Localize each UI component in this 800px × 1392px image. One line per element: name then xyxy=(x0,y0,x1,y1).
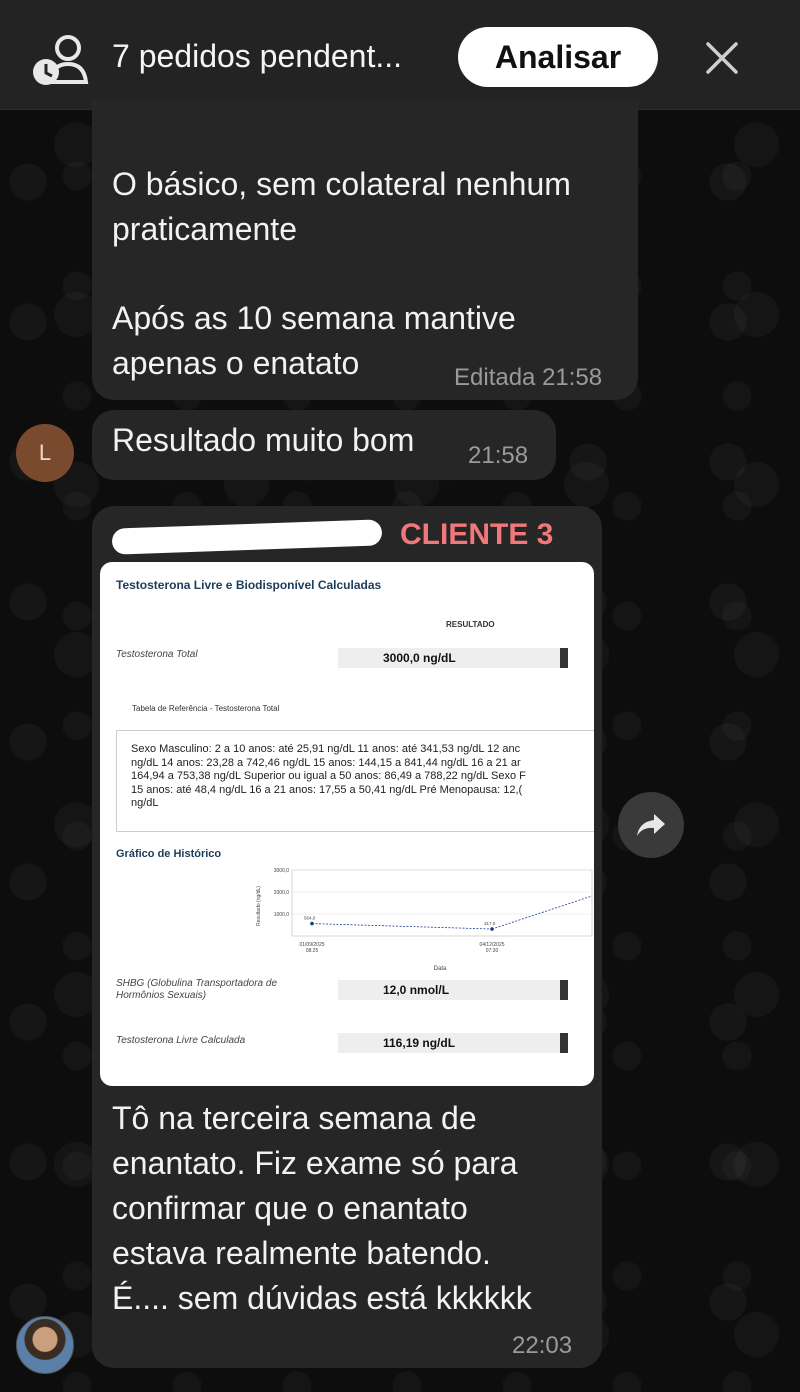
review-requests-button[interactable]: Analisar xyxy=(458,27,658,87)
history-chart: 3000,0 2000,0 1000,0 Resultado (ng/dL) Data 0… xyxy=(256,868,594,972)
message-line: praticamente xyxy=(112,211,297,247)
message-line: confirmar que o enantato xyxy=(112,1190,468,1226)
reference-title: Tabela de Referência - Testosterona Tota… xyxy=(132,704,280,713)
message-text: Resultado muito bom xyxy=(112,422,415,458)
message-bubble-3[interactable]: CLIENTE 3 Testosterona Livre e Biodispon… xyxy=(92,506,602,1368)
message-line: estava realmente batendo. xyxy=(112,1235,491,1271)
message-line: O básico, sem colateral nenhum xyxy=(112,166,571,202)
pending-requests-icon xyxy=(33,35,89,85)
report-title: Testosterona Livre e Biodisponível Calcu… xyxy=(116,578,382,592)
row-value: 3000,0 ng/dL xyxy=(338,648,568,668)
reference-table: Sexo Masculino: 2 a 10 anos: até 25,91 n… xyxy=(116,730,594,832)
chart-series-line xyxy=(311,923,493,930)
chart-x-axis-label: Data xyxy=(434,966,447,972)
chart-plot-area xyxy=(291,869,593,937)
message-bubble-2[interactable]: Resultado muito bom 21:58 xyxy=(92,410,556,480)
message-timestamp: 22:03 xyxy=(512,1332,573,1359)
chart-y-axis-label: Resultado (ng/dL) xyxy=(256,886,262,926)
pending-requests-banner: 7 pedidos pendent... Analisar xyxy=(0,0,800,110)
close-icon[interactable] xyxy=(700,36,744,80)
reference-line: Sexo Masculino: 2 a 10 anos: até 25,91 n… xyxy=(131,743,521,755)
row-value: 116,19 ng/dL xyxy=(338,1033,568,1053)
chart-data-point xyxy=(490,927,494,931)
forward-icon xyxy=(637,814,665,836)
lab-report-image[interactable]: Testosterona Livre e Biodisponível Calcu… xyxy=(100,562,594,1086)
message-timestamp: Editada 21:58 xyxy=(454,364,603,391)
sender-tag: CLIENTE 3 xyxy=(400,518,554,551)
chart-y-tick-label: 1000,0 xyxy=(274,912,290,918)
avatar[interactable]: L xyxy=(16,424,74,482)
chart-data-label: 317,0 xyxy=(484,921,496,926)
message-line: Tô na terceira semana de xyxy=(112,1100,477,1136)
chart-data-label: 564,0 xyxy=(304,916,316,921)
chart-y-tick-label: 2000,0 xyxy=(274,890,290,896)
message-line: enantato. Fiz exame só para xyxy=(112,1145,518,1181)
message-timestamp: 21:58 xyxy=(468,442,529,469)
message-text: Tô na terceira semana de enantato. Fiz e… xyxy=(112,1096,532,1321)
result-header: RESULTADO xyxy=(446,620,495,629)
avatar[interactable] xyxy=(16,1316,74,1374)
row-label: SHBG (Globulina Transportadora de Hormôn… xyxy=(116,978,278,1001)
chart-data-point xyxy=(310,921,314,926)
message-bubble-1[interactable]: O básico, sem colateral nenhum praticame… xyxy=(92,100,638,400)
message-line: É.... sem dúvidas está kkkkkk xyxy=(112,1280,532,1316)
chart-series-trend xyxy=(491,895,593,930)
chart-y-tick-label: 3000,0 xyxy=(274,868,290,874)
forward-button[interactable] xyxy=(618,792,684,858)
message-line: Após as 10 semana mantive xyxy=(112,300,516,336)
row-label: Testosterona Total xyxy=(116,649,198,660)
chart-x-tick-label: 08:25 xyxy=(306,948,319,954)
reference-line: 164,94 a 753,38 ng/dL Superior ou igual … xyxy=(131,770,526,782)
row-label: Testosterona Livre Calculada xyxy=(116,1035,246,1046)
reference-line: ng/dL xyxy=(131,797,159,809)
pending-requests-text[interactable]: 7 pedidos pendent... xyxy=(112,38,402,75)
message-text: O básico, sem colateral nenhum praticame… xyxy=(112,162,571,252)
chart-x-tick-label: 07:30 xyxy=(486,948,499,954)
history-title: Gráfico de Histórico xyxy=(116,848,222,860)
reference-line: 15 anos: até 48,4 ng/dL 16 a 21 anos: 17… xyxy=(131,783,523,796)
row-value: 12,0 nmol/L xyxy=(338,980,568,1000)
redacted-sender-name xyxy=(111,519,383,555)
reference-line: ng/dL 14 anos: 23,28 a 742,46 ng/dL 15 a… xyxy=(131,756,521,769)
